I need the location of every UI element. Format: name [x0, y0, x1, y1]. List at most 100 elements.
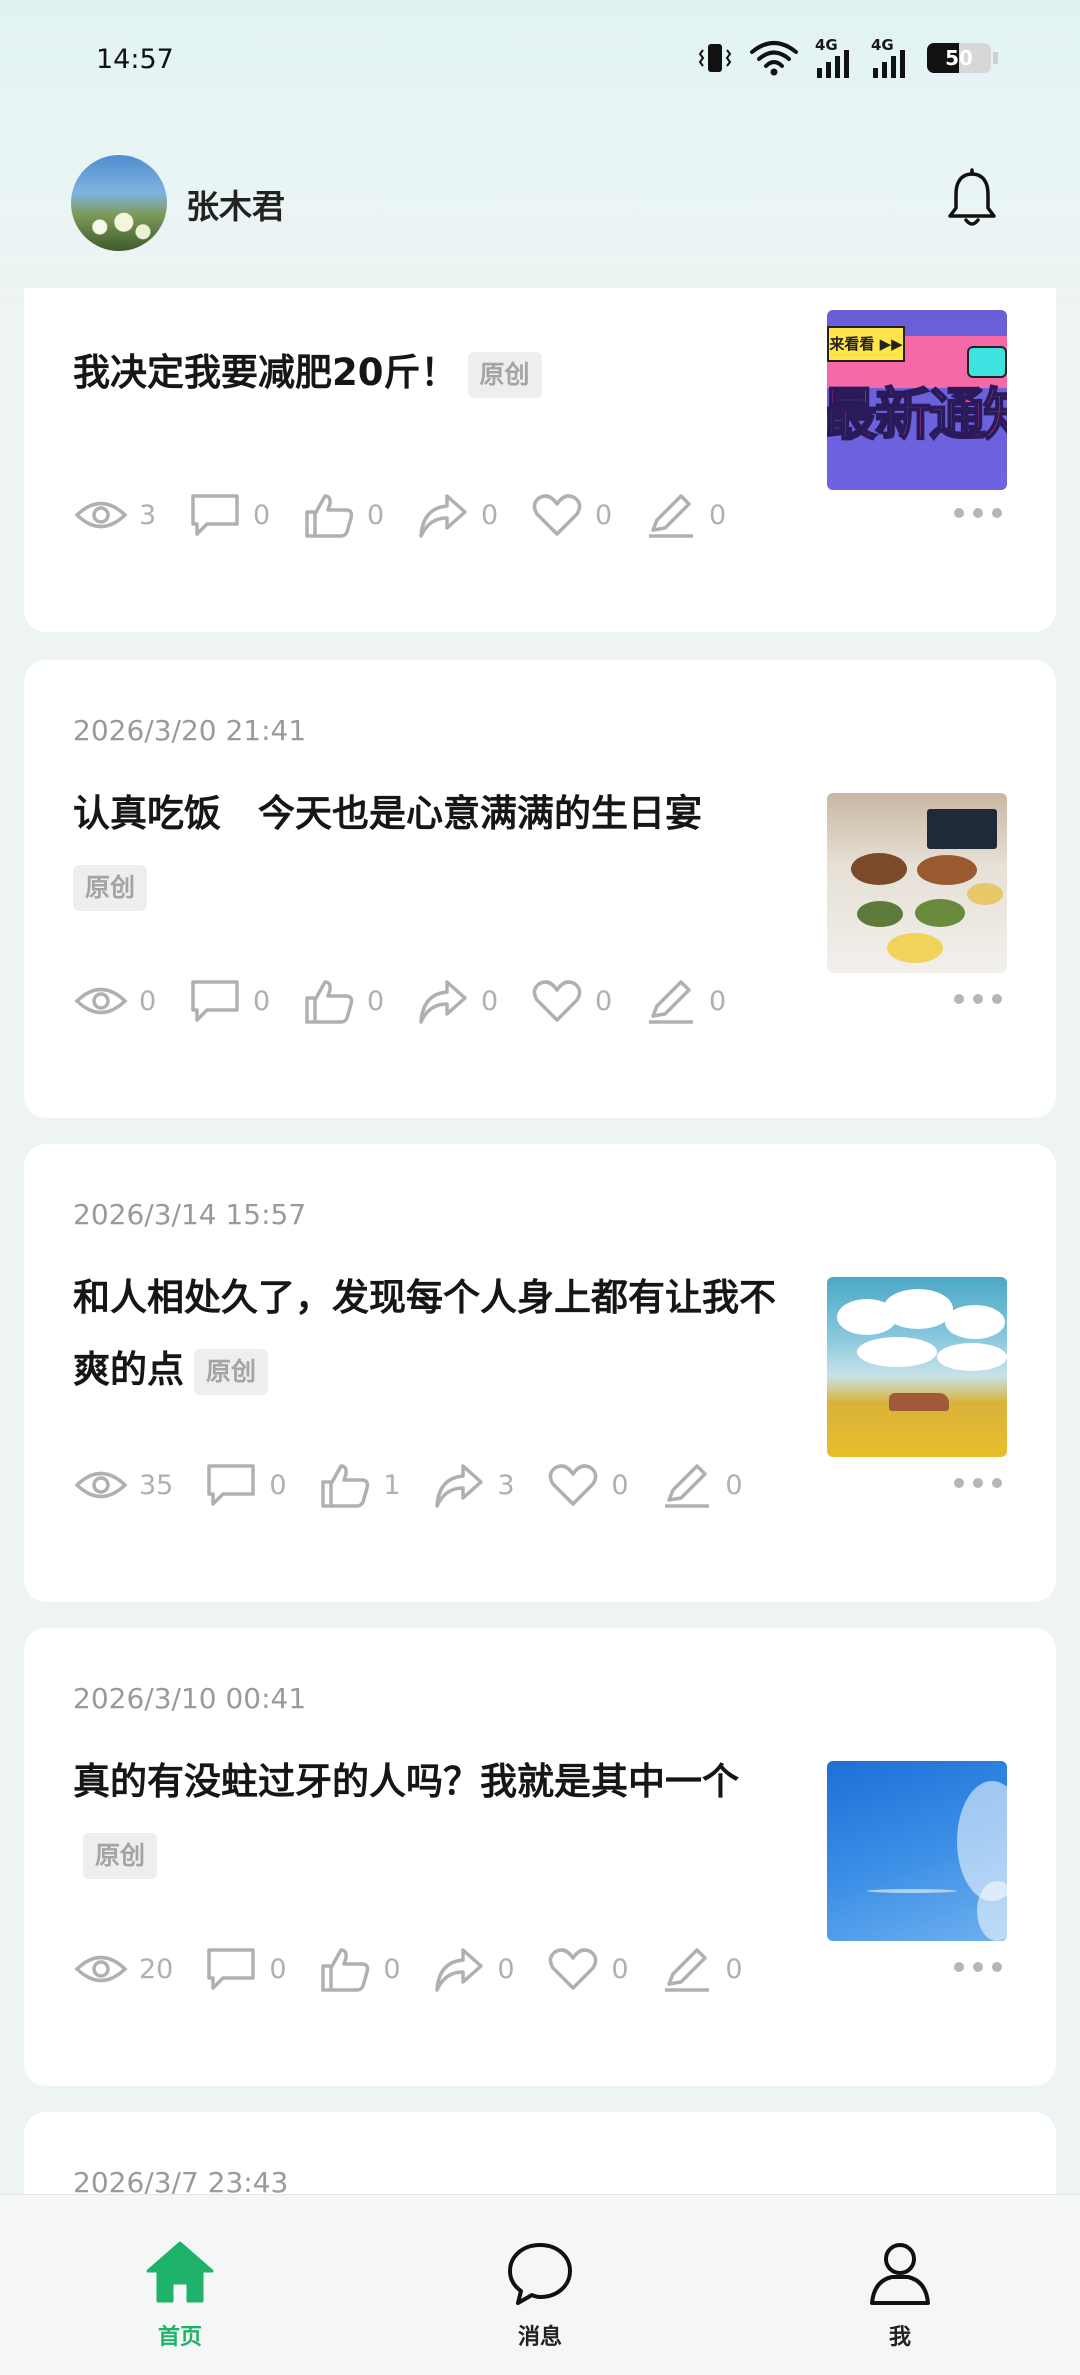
- pencil-icon: [649, 980, 693, 1024]
- thumbs-up-icon: [321, 1948, 370, 1992]
- post-date: 2026/3/10 00:41: [73, 1682, 307, 1715]
- more-options-icon[interactable]: [954, 994, 1002, 1008]
- chat-bubble-icon: [508, 2243, 572, 2305]
- original-tag: 原创: [467, 351, 542, 398]
- post-card[interactable]: 2026/3/14 15:57 和人相处久了，发现每个人身上都有让我不爽的点 原创…: [24, 1144, 1056, 1602]
- comment-icon: [207, 1948, 256, 1990]
- share-icon: [419, 494, 467, 538]
- nav-home[interactable]: 首页: [120, 2237, 240, 2351]
- shares-stat[interactable]: 3: [431, 1460, 515, 1510]
- post-title[interactable]: 认真吃饭 今天也是心意满满的生日宴 原创: [73, 778, 793, 922]
- post-stats: 20 0 0 0 0 0: [73, 1939, 773, 1999]
- comments-stat[interactable]: 0: [187, 976, 271, 1026]
- views-stat[interactable]: 20: [73, 1944, 173, 1994]
- post-thumbnail[interactable]: [827, 793, 1007, 973]
- nav-me[interactable]: 我: [840, 2237, 960, 2351]
- nav-messages[interactable]: 消息: [480, 2237, 600, 2351]
- comment-icon: [207, 1464, 256, 1506]
- edit-stat[interactable]: 0: [659, 1460, 743, 1510]
- notification-bell-icon[interactable]: [944, 168, 1000, 230]
- person-icon: [870, 2243, 930, 2305]
- share-icon: [435, 1464, 484, 1508]
- pencil-icon: [665, 1948, 710, 1992]
- more-options-icon[interactable]: [954, 1962, 1002, 1976]
- post-feed[interactable]: 我决定我要减肥20斤！原创 来看看 ▶▶ 最新通知 3 0 0 0: [0, 288, 1080, 2196]
- signal-bars-icon: [873, 50, 905, 78]
- thumbs-up-icon: [321, 1464, 370, 1508]
- post-stats: 3 0 0 0 0 0: [73, 485, 757, 545]
- post-title[interactable]: 真的有没蛀过牙的人吗？我就是其中一个原创: [73, 1746, 793, 1890]
- eye-icon: [74, 1471, 128, 1499]
- cell-signal-1: 4G: [815, 38, 855, 78]
- post-thumbnail[interactable]: [827, 1761, 1007, 1941]
- comments-stat[interactable]: 0: [203, 1460, 287, 1510]
- heart-icon: [549, 1948, 598, 1990]
- edit-stat[interactable]: 0: [659, 1944, 743, 1994]
- username[interactable]: 张木君: [186, 180, 285, 228]
- eye-icon: [74, 1955, 128, 1983]
- post-thumbnail[interactable]: [827, 1277, 1007, 1457]
- comments-stat[interactable]: 0: [187, 490, 271, 540]
- vibrate-icon: [698, 44, 732, 72]
- heart-icon: [549, 1464, 598, 1506]
- views-stat[interactable]: 35: [73, 1460, 173, 1510]
- more-options-icon[interactable]: [954, 1478, 1002, 1492]
- shares-stat[interactable]: 0: [431, 1944, 515, 1994]
- favorites-stat[interactable]: 0: [529, 976, 613, 1026]
- shares-stat[interactable]: 0: [415, 976, 499, 1026]
- post-card[interactable]: 2026/3/20 21:41 认真吃饭 今天也是心意满满的生日宴原创 0 0: [24, 660, 1056, 1118]
- post-date: 2026/3/7 23:43: [73, 2166, 289, 2196]
- status-time: 14:57: [96, 44, 174, 75]
- likes-stat[interactable]: 0: [317, 1944, 401, 1994]
- signal-bars-icon: [817, 50, 849, 78]
- heart-icon: [532, 980, 582, 1022]
- comment-icon: [191, 980, 239, 1022]
- shares-stat[interactable]: 0: [415, 490, 499, 540]
- battery-tip: [993, 52, 998, 64]
- more-options-icon[interactable]: [954, 508, 1002, 522]
- battery-icon: 50: [927, 43, 991, 73]
- edit-stat[interactable]: 0: [643, 490, 727, 540]
- views-stat[interactable]: 0: [73, 976, 157, 1026]
- post-card[interactable]: 2026/3/10 00:41 真的有没蛀过牙的人吗？我就是其中一个原创 20 …: [24, 1628, 1056, 2086]
- heart-icon: [532, 494, 582, 536]
- thumbs-up-icon: [305, 980, 354, 1024]
- post-card[interactable]: 2026/3/7 23:43: [24, 2112, 1056, 2196]
- favorites-stat[interactable]: 0: [545, 1460, 629, 1510]
- pencil-icon: [649, 494, 693, 538]
- bottom-nav: 首页 消息 我: [0, 2194, 1080, 2375]
- views-stat[interactable]: 3: [73, 490, 157, 540]
- eye-icon: [74, 987, 128, 1015]
- post-stats: 35 0 1 3 0 0: [73, 1455, 773, 1515]
- edit-stat[interactable]: 0: [643, 976, 727, 1026]
- wifi-icon: [750, 41, 798, 76]
- favorites-stat[interactable]: 0: [529, 490, 613, 540]
- post-card[interactable]: 我决定我要减肥20斤！原创 来看看 ▶▶ 最新通知 3 0 0 0: [24, 288, 1056, 632]
- pencil-icon: [665, 1464, 710, 1508]
- original-tag: 原创: [73, 864, 148, 911]
- likes-stat[interactable]: 0: [301, 976, 385, 1026]
- profile-header: 张木君: [0, 150, 1080, 260]
- cell-signal-2: 4G: [871, 38, 911, 78]
- original-tag: 原创: [194, 1348, 269, 1395]
- post-title[interactable]: 和人相处久了，发现每个人身上都有让我不爽的点 原创: [73, 1262, 793, 1406]
- eye-icon: [74, 501, 128, 529]
- status-icons: 4G 4G 50: [697, 38, 998, 78]
- post-stats: 0 0 0 0 0 0: [73, 971, 757, 1031]
- share-icon: [435, 1948, 484, 1992]
- likes-stat[interactable]: 0: [301, 490, 385, 540]
- home-icon: [146, 2241, 214, 2303]
- comments-stat[interactable]: 0: [203, 1944, 287, 1994]
- likes-stat[interactable]: 1: [317, 1460, 401, 1510]
- thumbs-up-icon: [305, 494, 354, 538]
- favorites-stat[interactable]: 0: [545, 1944, 629, 1994]
- status-bar: 14:57 4G 4G 50: [0, 0, 1080, 120]
- post-date: 2026/3/20 21:41: [73, 714, 307, 747]
- share-icon: [419, 980, 467, 1024]
- original-tag: 原创: [83, 1832, 158, 1879]
- post-date: 2026/3/14 15:57: [73, 1198, 307, 1231]
- comment-icon: [191, 494, 239, 536]
- post-title[interactable]: 我决定我要减肥20斤！ 原创: [73, 337, 793, 409]
- post-thumbnail[interactable]: 来看看 ▶▶ 最新通知: [827, 310, 1007, 490]
- avatar[interactable]: [71, 155, 167, 251]
